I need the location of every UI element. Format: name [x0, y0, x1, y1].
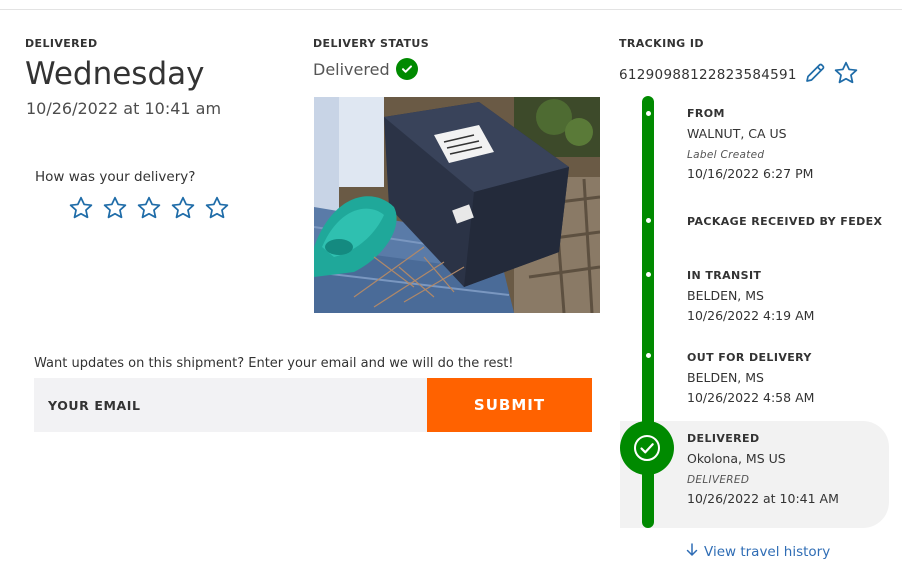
- event-datetime: 10/26/2022 4:58 AM: [687, 390, 815, 405]
- event-title: OUT FOR DELIVERY: [687, 351, 812, 364]
- delivered-label: DELIVERED: [25, 37, 98, 50]
- rating-star-3-icon[interactable]: [136, 195, 162, 221]
- rating-stars: [68, 195, 230, 221]
- timeline-dot: [645, 272, 651, 277]
- header-divider: [0, 9, 902, 10]
- rating-question: How was your delivery?: [35, 169, 196, 185]
- event-datetime: 10/16/2022 6:27 PM: [687, 166, 814, 181]
- event-location: BELDEN, MS: [687, 370, 764, 385]
- event-title: FROM: [687, 107, 725, 120]
- event-title: DELIVERED: [687, 432, 760, 445]
- timeline-event-received: PACKAGE RECEIVED BY FEDEX: [687, 215, 882, 228]
- updates-prompt: Want updates on this shipment? Enter you…: [34, 356, 514, 371]
- event-location: WALNUT, CA US: [687, 126, 787, 141]
- event-note: DELIVERED: [687, 474, 750, 486]
- event-location: Okolona, MS US: [687, 451, 786, 466]
- rating-star-4-icon[interactable]: [170, 195, 196, 221]
- star-icon[interactable]: [833, 60, 859, 90]
- timeline-event-delivered: DELIVERED Okolona, MS US DELIVERED 10/26…: [687, 432, 839, 506]
- timeline-dot: [645, 111, 651, 116]
- email-input[interactable]: [34, 378, 427, 432]
- rating-star-5-icon[interactable]: [204, 195, 230, 221]
- delivery-status-label: DELIVERY STATUS: [313, 37, 430, 50]
- delivery-datetime: 10/26/2022 at 10:41 am: [26, 99, 222, 118]
- delivery-day: Wednesday: [25, 56, 205, 92]
- timeline-dot: [645, 218, 651, 223]
- rating-star-1-icon[interactable]: [68, 195, 94, 221]
- event-note: Label Created: [687, 149, 765, 161]
- tracking-id-label: TRACKING ID: [619, 37, 704, 50]
- rating-star-2-icon[interactable]: [102, 195, 128, 221]
- event-title: PACKAGE RECEIVED BY FEDEX: [687, 215, 883, 228]
- delivery-photo[interactable]: [314, 97, 600, 313]
- tracking-number: 612909881228235845​91: [619, 67, 797, 83]
- event-datetime: 10/26/2022 4:19 AM: [687, 308, 815, 323]
- check-circle-icon: [395, 58, 418, 80]
- timeline-event-in-transit: IN TRANSIT BELDEN, MS 10/26/2022 4:19 AM: [687, 269, 814, 323]
- delivery-status-value: Delivered: [313, 59, 390, 79]
- timeline-event-out-for-delivery: OUT FOR DELIVERY BELDEN, MS 10/26/2022 4…: [687, 351, 814, 405]
- submit-button[interactable]: SUBMIT: [427, 378, 592, 432]
- timeline-event-from: FROM WALNUT, CA US Label Created 10/16/2…: [687, 107, 813, 181]
- pencil-icon[interactable]: [803, 61, 827, 89]
- event-location: BELDEN, MS: [687, 288, 764, 303]
- delivered-check-icon: [620, 421, 674, 475]
- delivery-status: Delivered: [313, 58, 418, 80]
- event-datetime: 10/26/2022 at 10:41 AM: [687, 491, 839, 506]
- arrow-down-icon: [686, 543, 698, 561]
- view-travel-history-label: View travel history: [704, 544, 831, 560]
- view-travel-history-link[interactable]: View travel history: [686, 543, 830, 561]
- tracking-id-row: 612909881228235845​91: [619, 60, 859, 90]
- event-title: IN TRANSIT: [687, 269, 762, 282]
- timeline-dot: [645, 353, 651, 358]
